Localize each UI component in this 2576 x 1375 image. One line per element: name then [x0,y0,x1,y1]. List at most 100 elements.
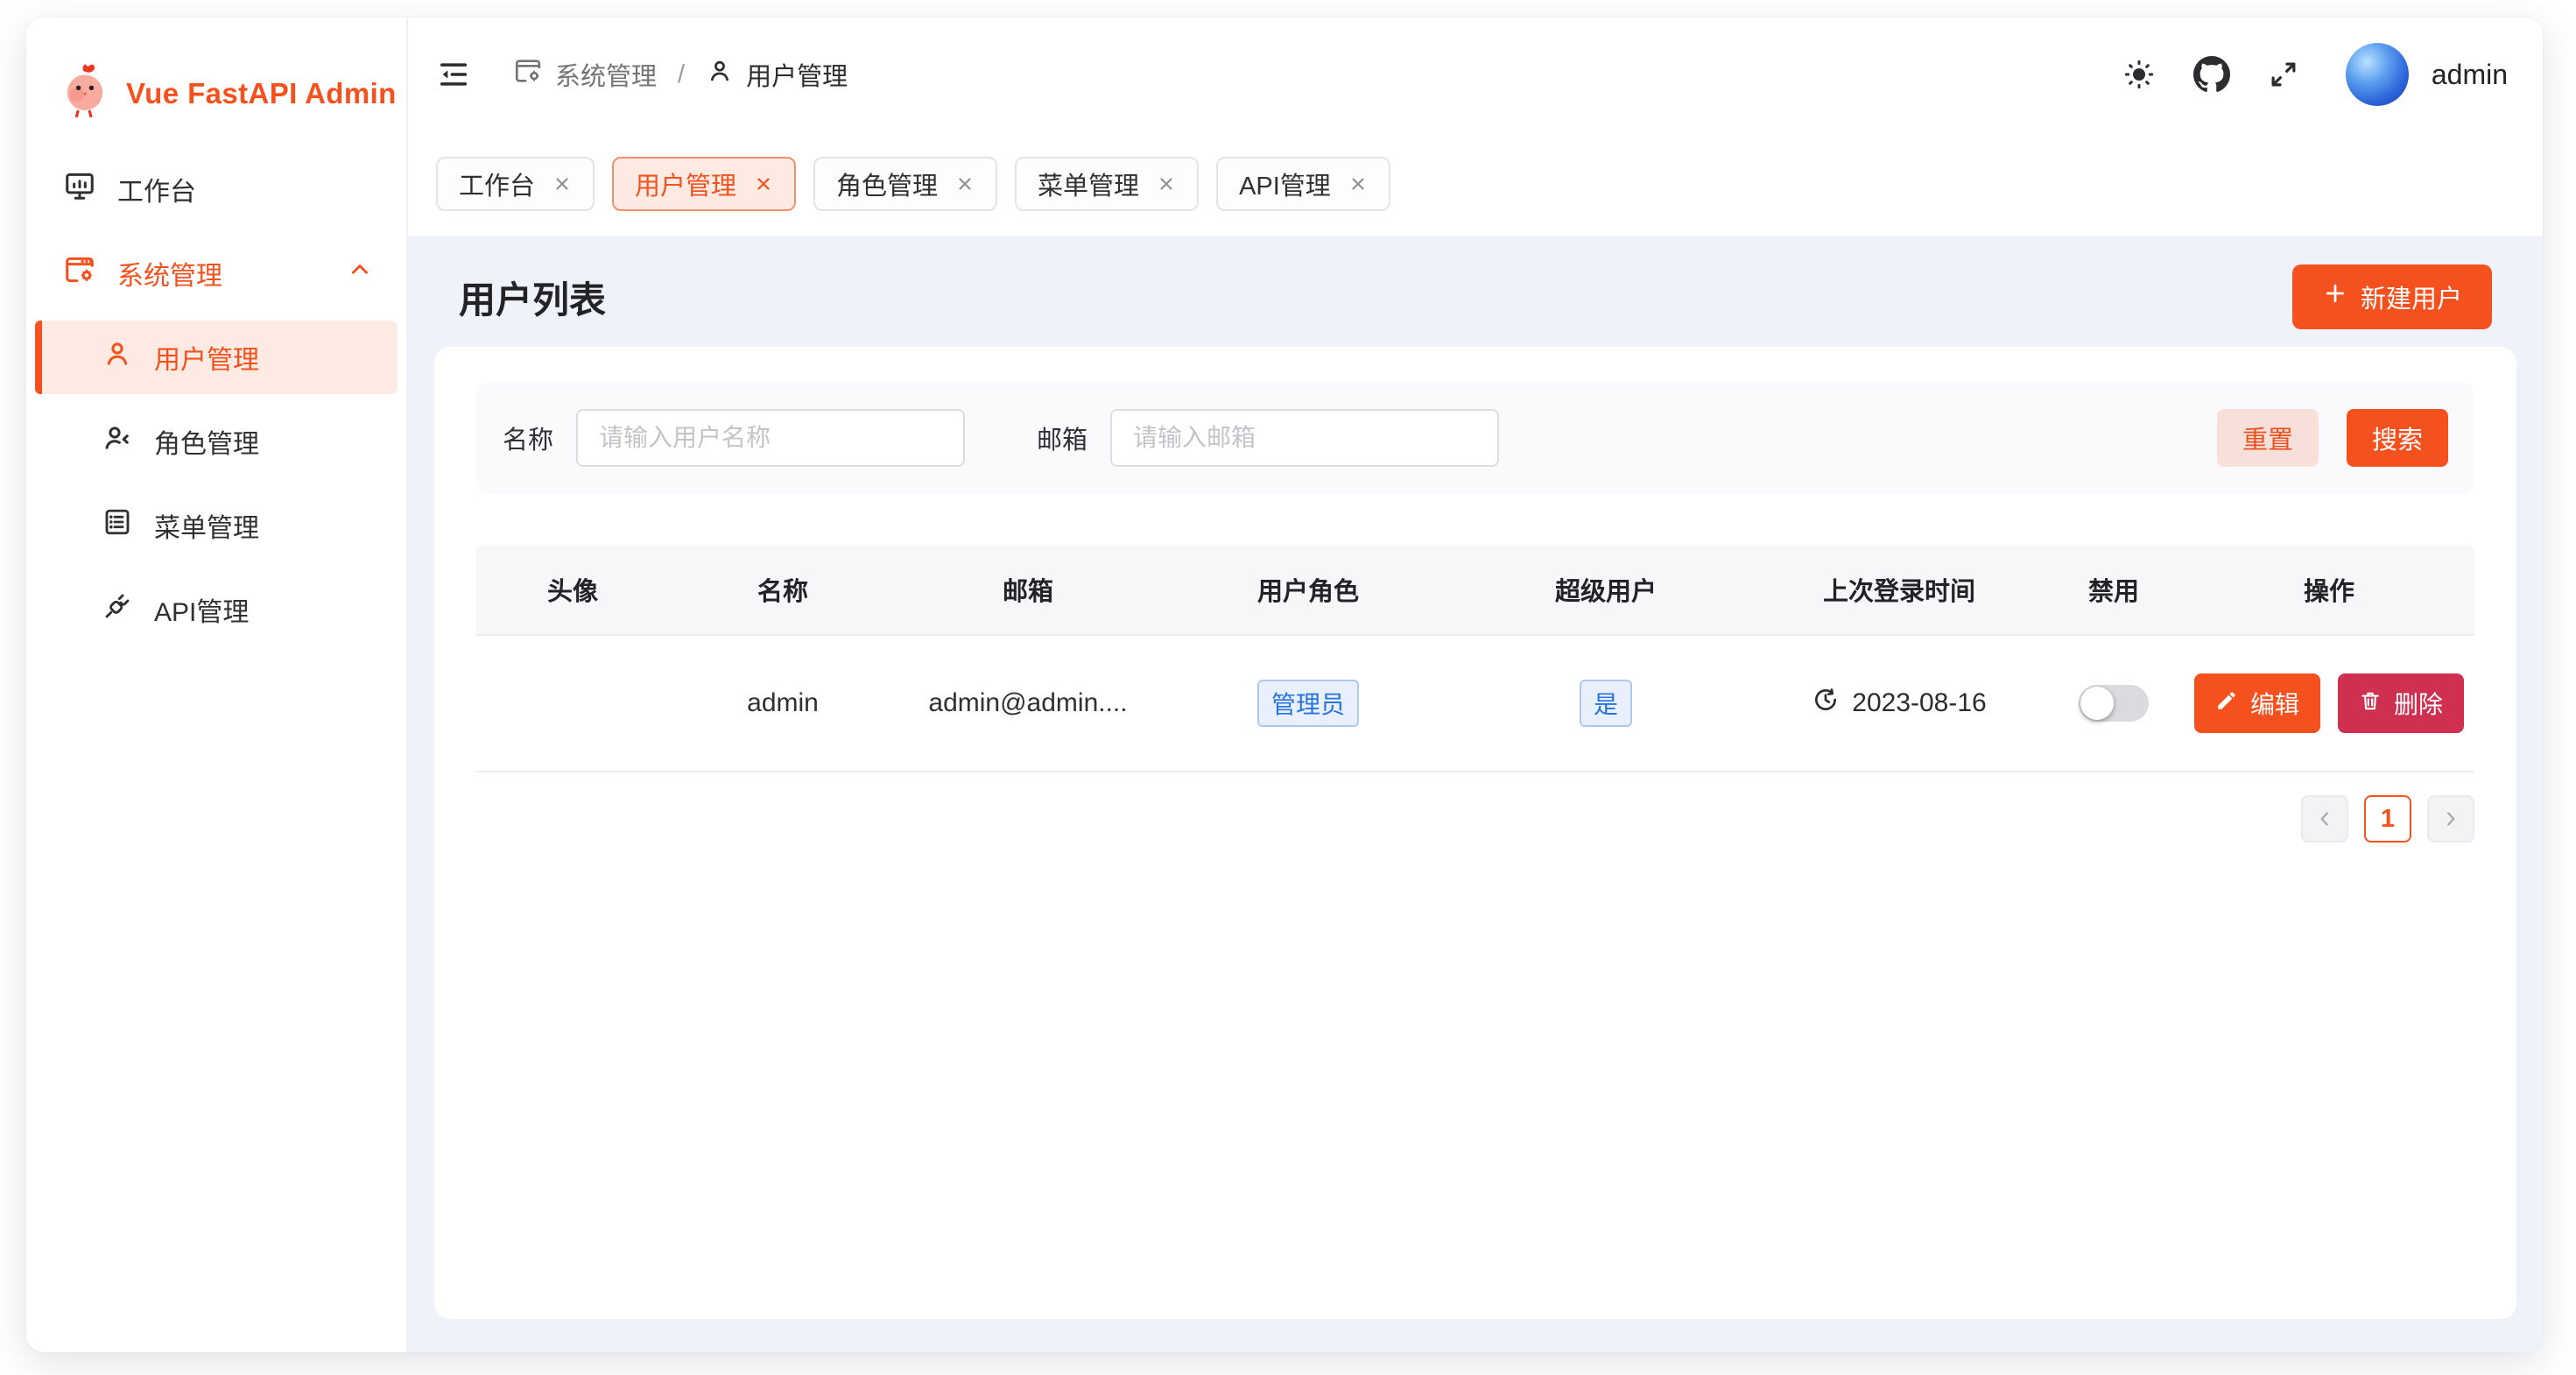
tab-menus[interactable]: 菜单管理 [1015,157,1199,211]
column-header-actions: 操作 [2184,571,2474,608]
toggle-knob [2080,687,2114,720]
sidebar-item-roles[interactable]: 角色管理 [35,405,398,478]
column-header-lastlogin: 上次登录时间 [1755,571,2044,608]
sidebar-item-api[interactable]: API管理 [35,573,398,646]
email-filter-input[interactable] [1110,409,1499,467]
breadcrumb: 系统管理 / 用户管理 [513,56,848,93]
disabled-toggle[interactable] [2079,685,2149,722]
system-settings-icon [63,253,96,293]
username[interactable]: admin [2432,59,2508,91]
tab-label: 用户管理 [635,166,736,202]
table-header-row: 头像 名称 邮箱 用户角色 超级用户 上次登录时间 禁用 操作 [476,545,2474,636]
tab-workbench[interactable]: 工作台 [436,157,595,211]
breadcrumb-label: 用户管理 [746,56,848,93]
delete-button[interactable]: 删除 [2338,673,2464,733]
column-header-disabled: 禁用 [2044,571,2184,608]
pencil-icon [2215,689,2238,718]
create-user-label: 新建用户 [2361,279,2462,315]
chevron-up-icon [347,257,373,290]
next-page-button[interactable] [2427,795,2474,843]
reset-button[interactable]: 重置 [2217,409,2319,467]
superuser-tag: 是 [1580,680,1632,727]
sidebar-item-users[interactable]: 用户管理 [35,321,398,394]
top-header: 系统管理 / 用户管理 [408,18,2543,131]
api-plug-icon [102,590,133,629]
app-logo[interactable]: Vue FastAPI Admin [26,18,406,124]
sidebar-item-label: 菜单管理 [154,506,259,545]
email-filter-label: 邮箱 [1037,420,1087,456]
main-area: 系统管理 / 用户管理 [408,18,2543,1352]
header-actions: admin [2122,43,2508,106]
edit-button[interactable]: 编辑 [2194,673,2320,733]
sidebar-item-label: 工作台 [117,170,196,208]
search-button[interactable]: 搜索 [2347,409,2448,467]
last-login-cell: 2023-08-16 [1755,686,2044,721]
column-header-role: 用户角色 [1159,571,1457,608]
role-tag: 管理员 [1257,680,1359,727]
chick-logo-icon [61,63,109,124]
breadcrumb-label: 系统管理 [555,56,657,93]
current-page-button[interactable]: 1 [2364,795,2411,843]
system-settings-icon [513,56,543,93]
active-indicator-bar [35,321,42,394]
page-title: 用户列表 [459,271,606,324]
breadcrumb-system[interactable]: 系统管理 [513,56,657,93]
sidebar: Vue FastAPI Admin 工作台 [26,18,408,1352]
tab-bar: 工作台 用户管理 角色管理 菜单管理 API管理 [408,131,2543,236]
app-window: Vue FastAPI Admin 工作台 [26,18,2543,1352]
role-cell: 管理员 [1159,680,1457,727]
tab-roles[interactable]: 角色管理 [813,157,997,211]
users-table: 头像 名称 邮箱 用户角色 超级用户 上次登录时间 禁用 操作 admin [476,545,2474,772]
edit-label: 编辑 [2250,686,2299,721]
query-buttons: 重置 搜索 [2217,409,2448,467]
plus-icon [2322,280,2348,314]
column-header-superuser: 超级用户 [1457,571,1755,608]
sidebar-item-label: API管理 [154,590,249,629]
pagination: 1 [476,795,2474,843]
disabled-cell [2044,685,2184,722]
name-filter-input[interactable] [576,409,965,467]
last-login-value: 2023-08-16 [1852,688,1986,718]
sidebar-item-label: 用户管理 [154,338,259,377]
github-icon[interactable] [2193,56,2230,93]
menu-list-icon [102,506,133,545]
clock-history-icon [1812,686,1840,721]
user-avatar[interactable] [2346,43,2409,106]
create-user-button[interactable]: 新建用户 [2292,264,2492,329]
user-icon [102,338,133,377]
content-card: 名称 邮箱 重置 搜索 头像 名称 邮 [434,347,2516,1319]
sidebar-item-workbench[interactable]: 工作台 [35,152,398,226]
column-header-avatar: 头像 [476,571,669,608]
theme-toggle-icon[interactable] [2122,57,2157,92]
role-icon [102,422,133,461]
actions-cell: 编辑 删除 [2184,673,2474,733]
collapse-sidebar-icon[interactable] [436,57,471,92]
sidebar-item-menus[interactable]: 菜单管理 [35,489,398,562]
page-content: 用户列表 新建用户 名称 邮箱 [408,236,2543,1352]
sidebar-item-system[interactable]: 系统管理 [35,236,398,310]
tab-users[interactable]: 用户管理 [612,157,796,211]
sidebar-menu: 工作台 系统管理 [26,124,406,657]
email-cell: admin@admin.... [897,688,1159,718]
column-header-email: 邮箱 [897,571,1159,608]
fullscreen-icon[interactable] [2267,58,2300,91]
close-icon[interactable] [955,174,975,194]
tab-label: 菜单管理 [1038,166,1139,202]
close-icon[interactable] [1157,174,1176,194]
app-title: Vue FastAPI Admin [126,77,397,110]
query-bar: 名称 邮箱 重置 搜索 [476,382,2474,494]
tab-label: API管理 [1239,166,1331,202]
name-filter-label: 名称 [503,420,553,456]
superuser-cell: 是 [1457,680,1755,727]
breadcrumb-users[interactable]: 用户管理 [706,56,848,93]
trash-icon [2359,689,2382,718]
close-icon[interactable] [1348,174,1368,194]
close-icon[interactable] [553,174,572,194]
page-title-row: 用户列表 新建用户 [459,264,2492,329]
sidebar-item-label: 系统管理 [117,254,222,293]
prev-page-button[interactable] [2301,795,2348,843]
tab-api[interactable]: API管理 [1216,157,1390,211]
screen: Vue FastAPI Admin 工作台 [0,0,2576,1375]
table-row: admin admin@admin.... 管理员 是 [476,636,2474,772]
close-icon[interactable] [754,174,773,194]
